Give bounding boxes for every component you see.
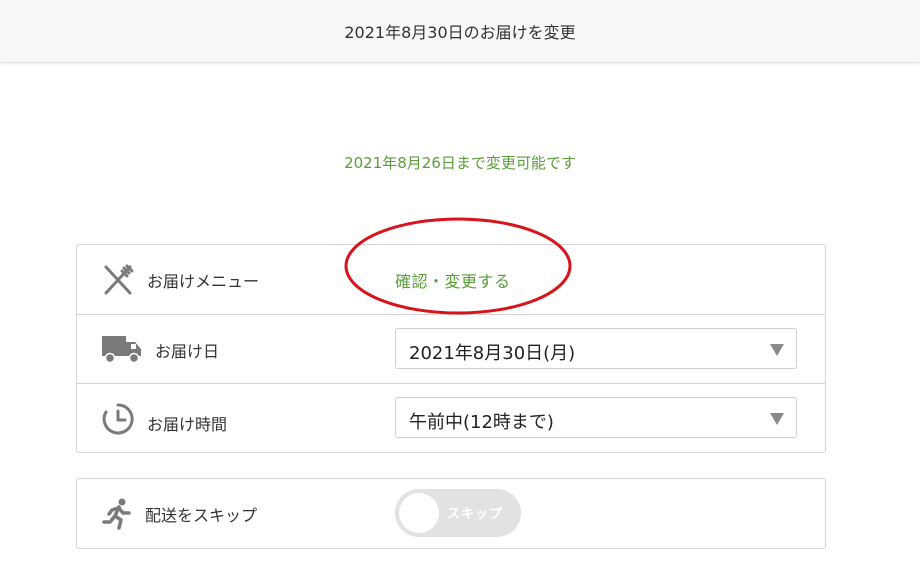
page-title: 2021年8月30日のお届けを変更 xyxy=(344,23,576,42)
running-person-icon xyxy=(102,498,131,530)
delivery-date-select[interactable]: 2021年8月30日(月) xyxy=(395,328,797,369)
chevron-down-icon xyxy=(770,413,784,425)
delivery-menu-label: お届けメニュー xyxy=(147,272,260,291)
toggle-knob xyxy=(399,493,439,533)
page-header: 2021年8月30日のお届けを変更 xyxy=(0,0,920,63)
delivery-time-select[interactable]: 午前中(12時まで) xyxy=(395,397,797,438)
skip-delivery-label: 配送をスキップ xyxy=(145,506,258,525)
skip-delivery-card: 配送をスキップ スキップ xyxy=(76,478,826,549)
toggle-label: スキップ xyxy=(447,507,504,522)
delivery-time-value: 午前中(12時まで) xyxy=(409,412,554,433)
change-deadline-notice: 2021年8月26日まで変更可能です xyxy=(344,154,576,172)
delivery-time-label: お届け時間 xyxy=(147,415,228,434)
red-annotation-circle xyxy=(344,217,572,315)
delivery-date-row: お届け日 2021年8月30日(月) xyxy=(77,314,825,384)
delivery-date-value: 2021年8月30日(月) xyxy=(409,343,576,364)
clock-icon xyxy=(102,403,134,435)
delivery-date-label: お届け日 xyxy=(155,342,220,361)
delivery-time-row: お届け時間 午前中(12時まで) xyxy=(77,383,825,453)
truck-icon xyxy=(102,336,141,364)
skip-delivery-toggle[interactable]: スキップ xyxy=(395,489,521,537)
fork-knife-icon xyxy=(104,264,134,295)
chevron-down-icon xyxy=(770,344,784,356)
